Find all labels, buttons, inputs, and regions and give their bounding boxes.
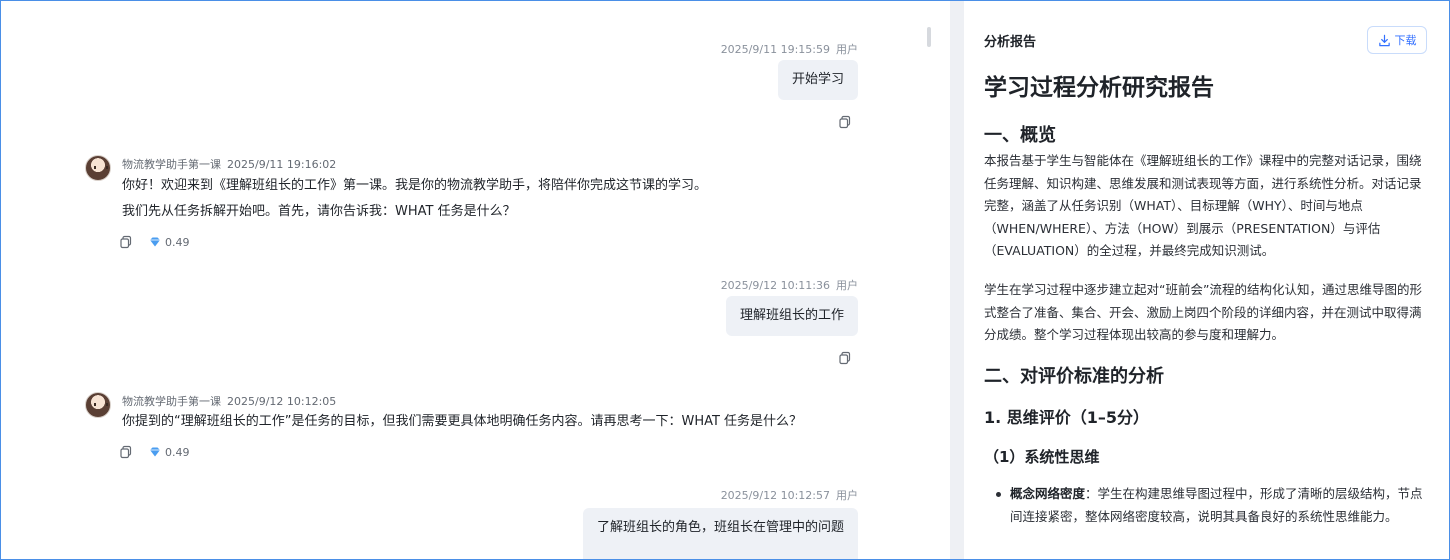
- message-meta: 物流教学助手第一课 2025/9/12 10:12:05: [122, 393, 336, 409]
- download-button[interactable]: 下载: [1367, 26, 1427, 54]
- chat-panel: 2025/9/11 19:15:59 用户 开始学习 物流教学助手第一课 2025/…: [1, 1, 950, 559]
- copy-icon[interactable]: [119, 235, 133, 249]
- copy-icon[interactable]: [838, 350, 852, 365]
- message-meta: 2025/9/11 19:15:59 用户: [721, 41, 858, 57]
- score-badge: 0.49: [149, 236, 190, 249]
- assistant-name: 物流教学助手第一课: [122, 158, 221, 171]
- diamond-icon: [150, 447, 160, 457]
- report-title: 学习过程分析研究报告: [984, 75, 1214, 101]
- message-role: 用户: [836, 279, 858, 292]
- user-message-bubble: 理解班组长的工作: [725, 296, 858, 336]
- message-meta: 物流教学助手第一课 2025/9/11 19:16:02: [122, 156, 336, 172]
- user-message-text: 理解班组长的工作: [739, 308, 844, 323]
- message-meta: 2025/9/12 10:12:57 用户: [721, 487, 858, 503]
- list-item-label: 概念网络密度: [1010, 486, 1086, 501]
- assistant-name: 物流教学助手第一课: [122, 395, 221, 408]
- score-badge: 0.49: [149, 446, 190, 459]
- assistant-message-text: 你提到的“理解班组长的工作”是任务的目标，但我们需要更具体地明确任务内容。请再思…: [122, 414, 803, 429]
- report-paragraph: 学生在学习过程中逐步建立起对“班前会”流程的结构化认知，通过思维导图的形式整合了…: [984, 282, 1422, 342]
- report-panel: 分析报告 下载 学习过程分析研究报告 一、概览 本报告基于学生与智能体在《理解班…: [964, 1, 1449, 559]
- assistant-avatar: [85, 392, 111, 418]
- message-time: 2025/9/12 10:11:36: [720, 279, 830, 292]
- section-heading: 一、概览: [984, 125, 1056, 146]
- message-role: 用户: [836, 43, 858, 56]
- subsubsection-heading: （1）系统性思维: [984, 448, 1100, 466]
- report-paragraph: 本报告基于学生与智能体在《理解班组长的工作》课程中的完整对话记录，围绕任务理解、…: [984, 153, 1422, 258]
- message-time: 2025/9/11 19:15:59: [720, 43, 830, 56]
- message-meta: 2025/9/12 10:11:36 用户: [721, 277, 858, 293]
- chat-scrollbar[interactable]: [927, 27, 931, 47]
- message-role: 用户: [836, 489, 858, 502]
- user-message-bubble: 开始学习: [777, 60, 858, 100]
- download-icon: [1378, 34, 1390, 46]
- copy-icon[interactable]: [838, 114, 852, 129]
- list-item: 概念网络密度：学生在构建思维导图过程中，形成了清晰的层级结构，节点间连接紧密，整…: [996, 483, 1430, 528]
- message-time: 2025/9/12 10:12:05: [227, 395, 337, 408]
- message-time: 2025/9/11 19:16:02: [227, 158, 337, 171]
- assistant-message-text: 我们先从任务拆解开始吧。首先，请你告诉我：WHAT 任务是什么？: [122, 204, 516, 219]
- copy-icon[interactable]: [119, 445, 133, 459]
- subsection-heading: 1. 思维评价（1–5分）: [984, 408, 1150, 427]
- message-actions: 0.49: [119, 235, 190, 249]
- assistant-avatar: [85, 155, 111, 181]
- message-time: 2025/9/12 10:12:57: [720, 489, 830, 502]
- diamond-icon: [150, 237, 160, 247]
- score-value: 0.49: [165, 445, 190, 459]
- report-panel-title: 分析报告: [984, 35, 1037, 50]
- user-message-bubble: 了解班组长的角色，班组长在管理中的问题: [582, 508, 858, 559]
- user-message-text: 了解班组长的角色，班组长在管理中的问题: [596, 520, 844, 535]
- score-value: 0.49: [165, 235, 190, 249]
- assistant-message-text: 你好！欢迎来到《理解班组长的工作》第一课。我是你的物流教学助手，将陪伴你完成这节…: [122, 178, 708, 193]
- user-message-text: 开始学习: [791, 72, 844, 87]
- section-heading: 二、对评价标准的分析: [984, 366, 1164, 387]
- message-actions: 0.49: [119, 445, 190, 459]
- download-label: 下载: [1394, 34, 1417, 47]
